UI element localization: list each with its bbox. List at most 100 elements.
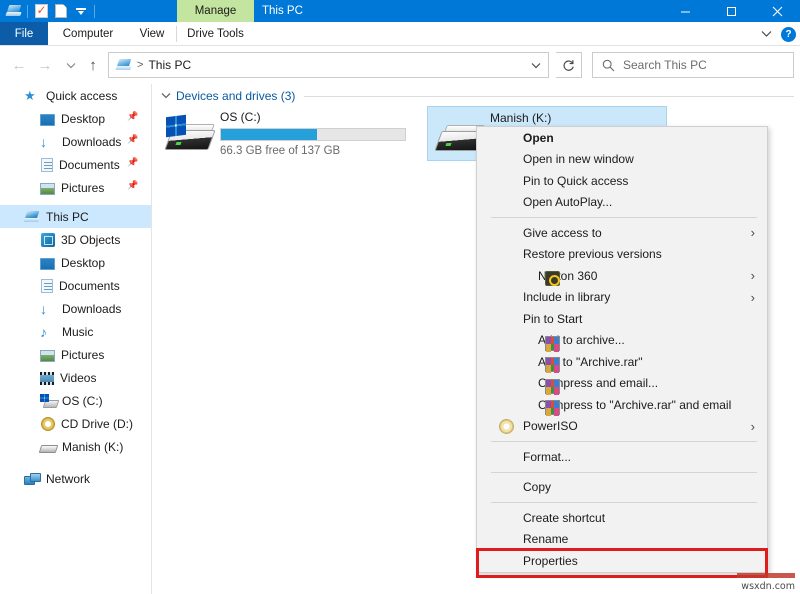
chevron-down-icon[interactable]: [758, 26, 774, 42]
desktop-icon: [40, 258, 55, 270]
window-controls: [662, 0, 800, 22]
back-arrow-icon[interactable]: ←: [6, 52, 32, 78]
menu-item-compress-to-archive-rar-and-email[interactable]: Compress to "Archive.rar" and email: [477, 394, 767, 416]
sidebar-item-pictures[interactable]: Pictures📌: [0, 176, 151, 199]
menu-item-add-to-archive-rar[interactable]: Add to "Archive.rar": [477, 351, 767, 373]
sidebar-item-quick-access[interactable]: ★Quick access: [0, 84, 151, 107]
quick-access-toolbar: [0, 0, 98, 22]
cd-drive-icon: [41, 417, 55, 431]
winrar-icon: [545, 336, 560, 351]
picture-icon: [40, 350, 55, 362]
close-button[interactable]: [754, 0, 800, 22]
properties-icon[interactable]: [32, 2, 50, 20]
minimize-button[interactable]: [662, 0, 708, 22]
sidebar-item-label: Documents: [59, 158, 120, 172]
up-arrow-icon[interactable]: ↑: [80, 52, 106, 78]
menu-item-rename[interactable]: Rename: [477, 529, 767, 551]
tab-view[interactable]: View: [128, 22, 176, 46]
qat-divider-2: [94, 5, 95, 18]
menu-item-add-to-archive[interactable]: Add to archive...: [477, 330, 767, 352]
menu-item-give-access-to[interactable]: Give access to›: [477, 222, 767, 244]
pin-icon[interactable]: 📌: [127, 158, 139, 170]
sidebar-item-documents[interactable]: Documents: [0, 274, 151, 297]
chevron-down-icon[interactable]: [161, 90, 171, 102]
sidebar-item-desktop[interactable]: Desktop 📌: [0, 107, 151, 130]
ribbon-right-controls: ?: [758, 22, 796, 46]
breadcrumb-item-this-pc[interactable]: This PC: [148, 58, 191, 72]
menu-separator: [491, 472, 757, 473]
address-bar: ← → ↑ > This PC Search This PC: [0, 46, 800, 84]
pin-icon[interactable]: 📌: [127, 135, 139, 147]
sidebar-item-this-pc[interactable]: This PC: [0, 205, 151, 228]
menu-item-label: Give access to: [523, 226, 602, 240]
sidebar-item-downloads[interactable]: ↓Downloads📌: [0, 130, 151, 153]
sidebar-item-manish-k[interactable]: Manish (K:): [0, 435, 151, 458]
menu-item-format[interactable]: Format...: [477, 446, 767, 468]
menu-item-restore-previous-versions[interactable]: Restore previous versions: [477, 244, 767, 266]
drive-tile-os-c[interactable]: OS (C:) 66.3 GB free of 137 GB: [158, 106, 412, 161]
sidebar-item-desktop[interactable]: Desktop: [0, 251, 151, 274]
ribbon-tab-strip: File Computer View Drive Tools ?: [0, 22, 800, 46]
hdd-icon: [40, 443, 56, 453]
sidebar-item-music[interactable]: ♪ Music: [0, 320, 151, 343]
menu-item-norton-360[interactable]: Norton 360›: [477, 265, 767, 287]
drive-tile-text: OS (C:) 66.3 GB free of 137 GB: [220, 110, 406, 157]
menu-item-open-autoplay[interactable]: Open AutoPlay...: [477, 192, 767, 214]
forward-arrow-icon[interactable]: →: [32, 52, 58, 78]
pin-icon[interactable]: 📌: [127, 112, 139, 124]
network-icon: [24, 472, 40, 486]
sidebar-item-3d-objects[interactable]: 3D Objects: [0, 228, 151, 251]
menu-item-copy[interactable]: Copy: [477, 477, 767, 499]
sidebar-item-documents[interactable]: Documents 📌: [0, 153, 151, 176]
winrar-icon: [545, 400, 560, 415]
contextual-tab-manage[interactable]: Manage: [177, 0, 254, 22]
breadcrumb[interactable]: > This PC: [108, 52, 549, 78]
sidebar-item-label: CD Drive (D:): [61, 417, 133, 431]
sidebar-item-label: Music: [62, 325, 93, 339]
pin-icon[interactable]: 📌: [127, 181, 139, 193]
sidebar-item-os-c[interactable]: OS (C:): [0, 389, 151, 412]
sidebar-item-label: Desktop: [61, 112, 105, 126]
chevron-right-icon: ›: [751, 419, 755, 434]
properties-highlight-box: [476, 548, 768, 578]
sidebar-item-pictures[interactable]: Pictures: [0, 343, 151, 366]
new-folder-icon[interactable]: [52, 2, 70, 20]
sidebar-item-downloads[interactable]: ↓Downloads: [0, 297, 151, 320]
menu-item-create-shortcut[interactable]: Create shortcut: [477, 507, 767, 529]
menu-item-compress-and-email[interactable]: Compress and email...: [477, 373, 767, 395]
refresh-button[interactable]: [556, 52, 582, 78]
menu-item-label: Open AutoPlay...: [523, 195, 612, 209]
sidebar-item-label: Documents: [59, 279, 120, 293]
tab-file[interactable]: File: [0, 22, 48, 46]
sidebar-item-videos[interactable]: Videos: [0, 366, 151, 389]
menu-item-pin-to-quick-access[interactable]: Pin to Quick access: [477, 170, 767, 192]
3d-objects-icon: [41, 233, 55, 247]
search-input[interactable]: Search This PC: [592, 52, 794, 78]
menu-item-open[interactable]: Open: [477, 127, 767, 149]
picture-icon: [40, 183, 55, 195]
customize-qat-icon[interactable]: [72, 2, 90, 20]
this-pc-icon: [116, 58, 132, 72]
tab-drive-tools[interactable]: Drive Tools: [177, 22, 254, 46]
sidebar-item-label: Downloads: [62, 135, 121, 149]
explorer-icon[interactable]: [5, 2, 23, 20]
chevron-right-icon: ›: [751, 290, 755, 305]
sidebar-item-network[interactable]: Network: [0, 467, 151, 490]
menu-item-poweriso[interactable]: PowerISO ›: [477, 416, 767, 438]
music-icon: ♪: [40, 324, 56, 340]
this-pc-icon: [24, 210, 40, 224]
breadcrumb-dropdown-icon[interactable]: [531, 60, 541, 72]
drive-free-space: 66.3 GB free of 137 GB: [220, 145, 406, 157]
menu-item-open-in-new-window[interactable]: Open in new window: [477, 149, 767, 171]
help-icon[interactable]: ?: [781, 27, 796, 42]
menu-item-include-in-library[interactable]: Include in library›: [477, 287, 767, 309]
title-bar: Manage This PC: [0, 0, 800, 22]
menu-item-pin-to-start[interactable]: Pin to Start: [477, 308, 767, 330]
tab-computer[interactable]: Computer: [48, 22, 128, 46]
menu-item-label: PowerISO: [523, 419, 578, 433]
group-header-devices-and-drives[interactable]: Devices and drives (3): [161, 89, 295, 103]
maximize-button[interactable]: [708, 0, 754, 22]
drive-name: Manish (K:): [490, 111, 551, 125]
sidebar-item-cd-drive-d[interactable]: CD Drive (D:): [0, 412, 151, 435]
winrar-icon: [545, 379, 560, 394]
